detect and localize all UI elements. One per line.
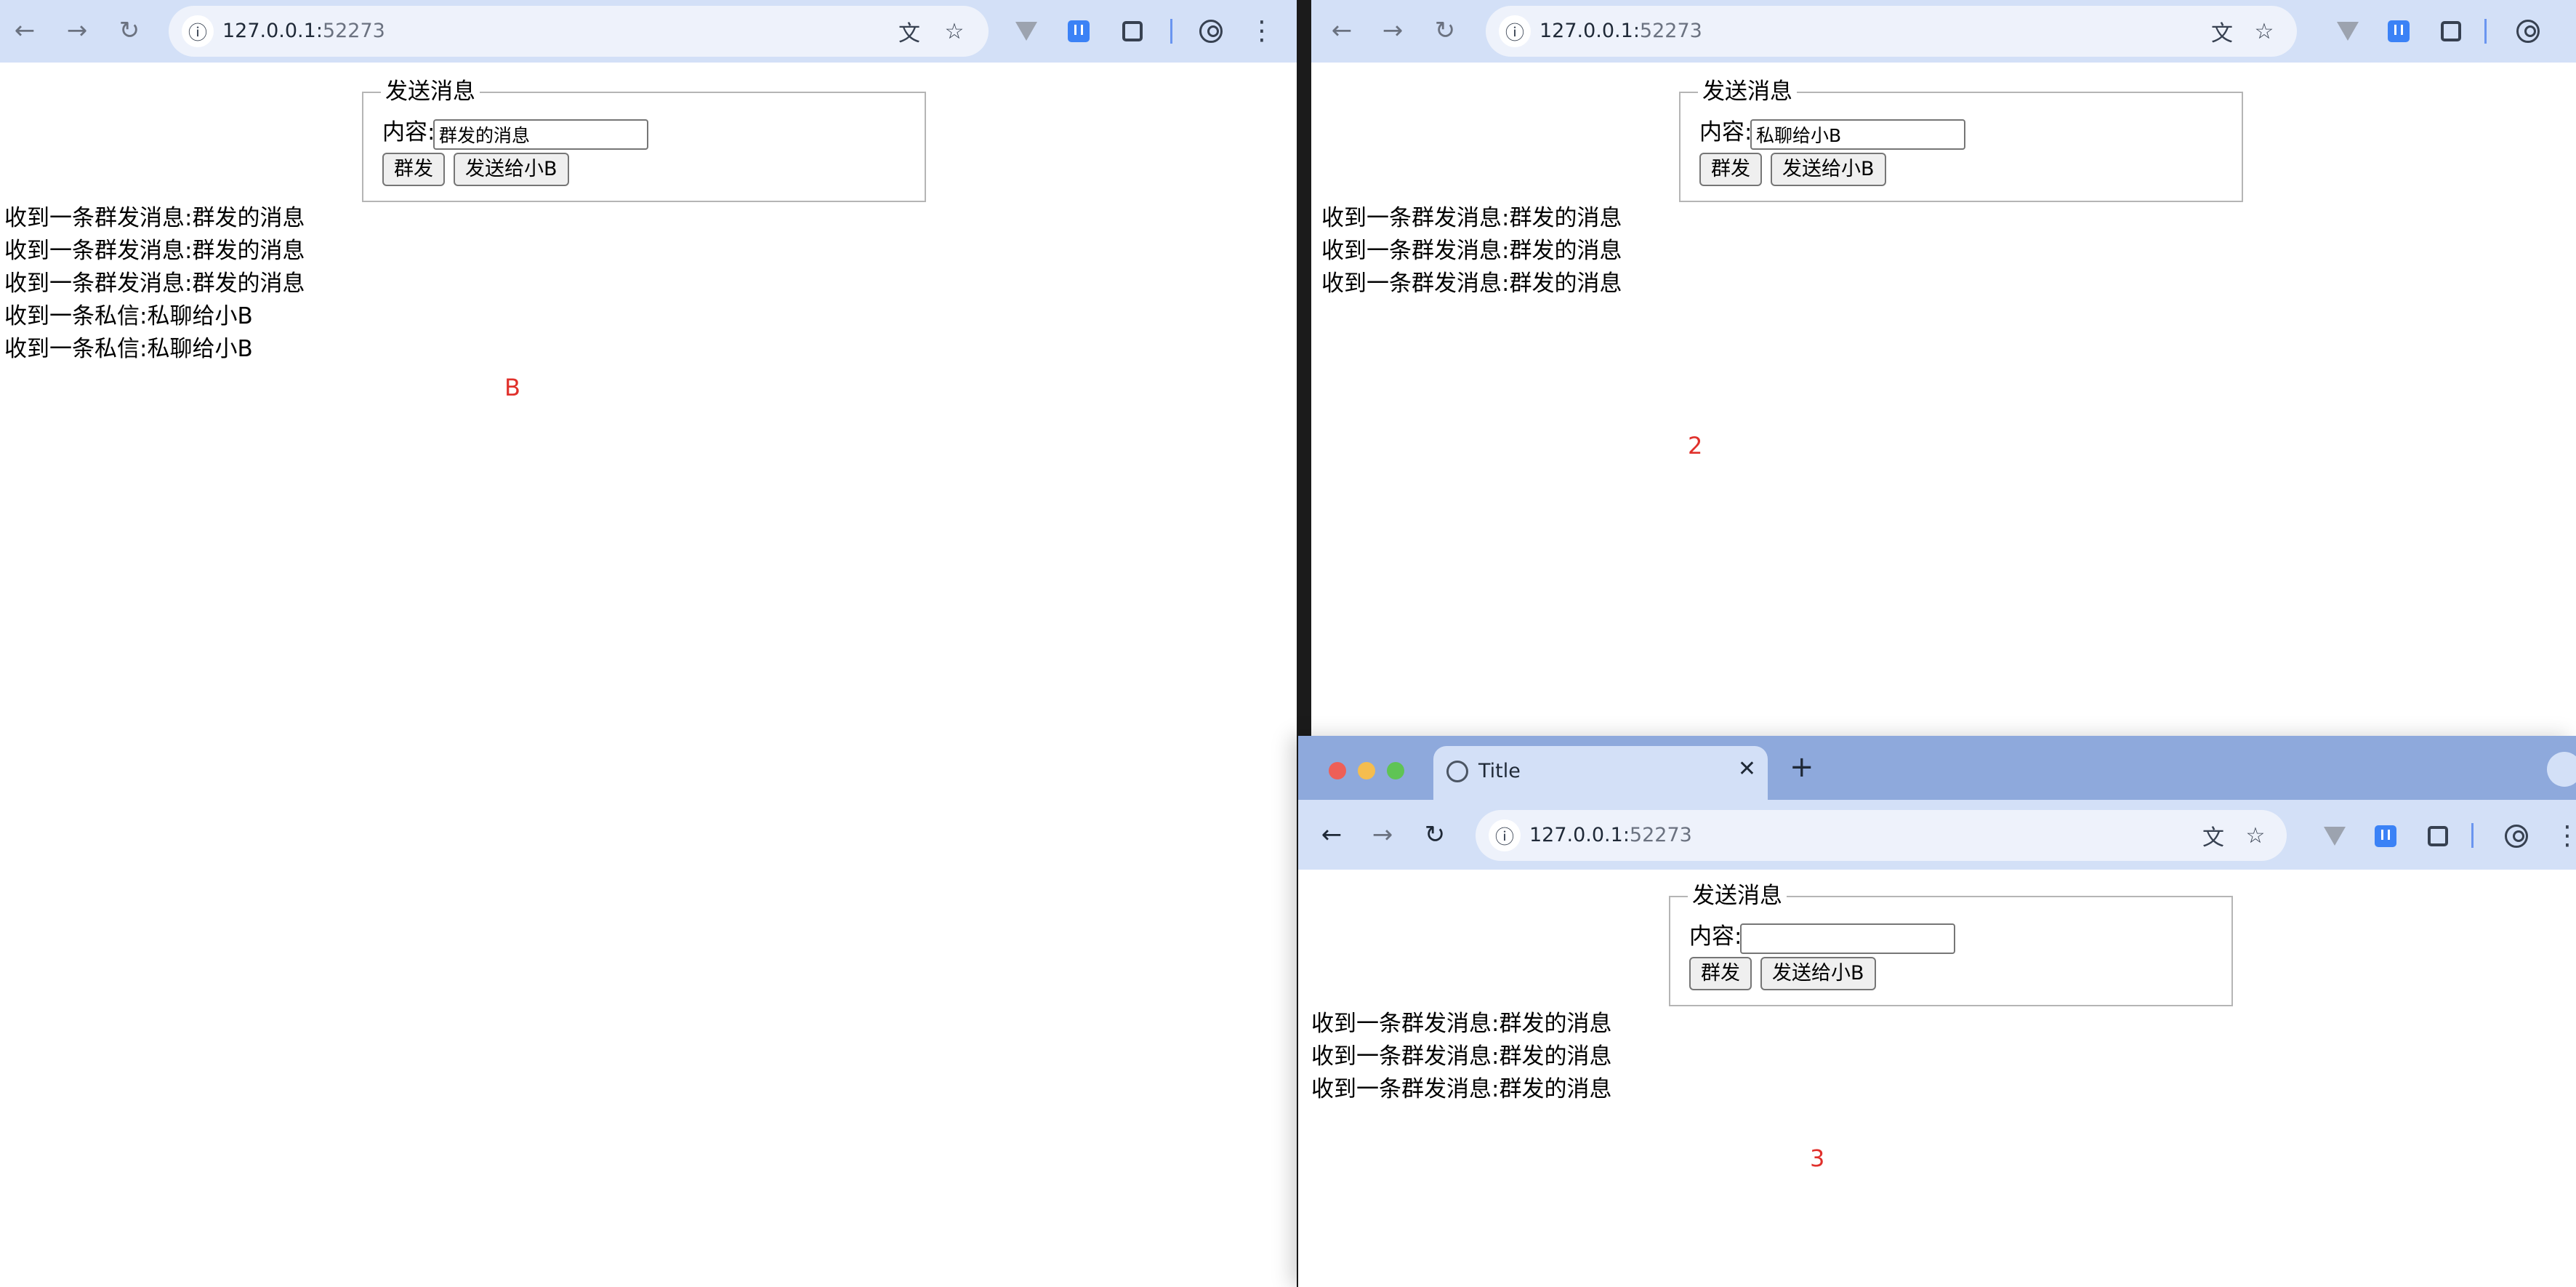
profile-icon[interactable] — [1194, 14, 1228, 49]
site-info-icon[interactable]: ⓘ — [1499, 15, 1531, 47]
toolbar-separator — [2484, 19, 2487, 44]
browser-toolbar: ← → ↻ ⓘ 127.0.0.1:52273 文 ☆ ⋮ — [0, 0, 1297, 63]
bookmark-star-icon[interactable]: ☆ — [938, 15, 971, 48]
globe-icon — [1446, 761, 1468, 782]
forward-icon[interactable]: → — [60, 13, 94, 48]
window-marker: 3 — [1810, 1144, 1825, 1172]
close-tab-icon[interactable]: ✕ — [1738, 756, 1756, 782]
vue-devtools-icon[interactable] — [2330, 14, 2365, 49]
extensions-icon[interactable] — [2434, 14, 2468, 49]
content-input[interactable] — [1750, 119, 1965, 150]
forward-icon[interactable]: → — [1365, 817, 1400, 852]
url-text[interactable]: 127.0.0.1:52273 — [222, 15, 385, 48]
reload-icon[interactable]: ↻ — [1428, 13, 1462, 48]
browser-window-3: Title ✕ + ← → ↻ ⓘ 127.0.0.1:52273 文 ☆ ⋮ … — [1298, 736, 2576, 1287]
url-text[interactable]: 127.0.0.1:52273 — [1529, 819, 1692, 852]
browser-window-2: ← → ↻ ⓘ 127.0.0.1:52273 文 ☆ 发送消息 内容: 群发 … — [1311, 0, 2576, 734]
page-content: 发送消息 内容: 群发 发送给小B 收到一条群发消息:群发的消息 收到一条群发消… — [1311, 63, 2576, 734]
window-marker: 2 — [1688, 432, 1703, 460]
download-extension-icon[interactable] — [2381, 14, 2416, 49]
reload-icon[interactable]: ↻ — [112, 13, 147, 48]
maximize-window-button[interactable] — [1387, 762, 1404, 779]
bookmark-star-icon[interactable]: ☆ — [2247, 15, 2281, 48]
browser-window-b: ← → ↻ ⓘ 127.0.0.1:52273 文 ☆ ⋮ 发送消息 内容: 群… — [0, 0, 1297, 1287]
reload-icon[interactable]: ↻ — [1417, 817, 1452, 852]
back-icon[interactable]: ← — [1314, 817, 1349, 852]
content-label: 内容: — [1699, 119, 1752, 145]
new-tab-icon[interactable]: + — [1790, 750, 1814, 784]
address-bar[interactable]: ⓘ 127.0.0.1:52273 文 ☆ — [169, 6, 989, 57]
profile-icon[interactable] — [2511, 14, 2545, 49]
message-line: 收到一条群发消息:群发的消息 — [1321, 205, 1622, 231]
download-extension-icon[interactable] — [2368, 819, 2403, 854]
message-line: 收到一条群发消息:群发的消息 — [4, 270, 305, 297]
message-line: 收到一条群发消息:群发的消息 — [1311, 1076, 1612, 1102]
site-info-icon[interactable]: ⓘ — [1489, 819, 1521, 851]
bookmark-star-icon[interactable]: ☆ — [2239, 819, 2272, 852]
broadcast-button[interactable]: 群发 — [382, 153, 445, 186]
send-message-fieldset: 发送消息 内容: 群发 发送给小B — [1669, 881, 2233, 1006]
extensions-icon[interactable] — [2420, 819, 2455, 854]
message-line: 收到一条群发消息:群发的消息 — [1321, 270, 1622, 297]
fieldset-legend: 发送消息 — [381, 77, 480, 106]
vue-devtools-icon[interactable] — [1009, 14, 1044, 49]
url-text[interactable]: 127.0.0.1:52273 — [1539, 15, 1702, 48]
close-window-button[interactable] — [1329, 762, 1346, 779]
address-bar[interactable]: ⓘ 127.0.0.1:52273 文 ☆ — [1476, 810, 2287, 861]
message-log: 收到一条群发消息:群发的消息 收到一条群发消息:群发的消息 收到一条群发消息:群… — [4, 202, 305, 366]
vue-devtools-icon[interactable] — [2317, 819, 2352, 854]
address-bar[interactable]: ⓘ 127.0.0.1:52273 文 ☆ — [1486, 6, 2297, 57]
window-marker: B — [504, 374, 520, 401]
send-to-b-button[interactable]: 发送给小B — [454, 153, 569, 186]
forward-icon[interactable]: → — [1375, 13, 1410, 48]
send-to-b-button[interactable]: 发送给小B — [1760, 957, 1876, 990]
profile-icon[interactable] — [2499, 819, 2534, 854]
toolbar-separator — [2471, 823, 2474, 848]
message-line: 收到一条私信:私聊给小B — [4, 303, 253, 329]
download-extension-icon[interactable] — [1061, 14, 1096, 49]
browser-toolbar: ← → ↻ ⓘ 127.0.0.1:52273 文 ☆ ⋮ — [1298, 800, 2576, 870]
back-icon[interactable]: ← — [1324, 13, 1359, 48]
translate-icon[interactable]: 文 — [2197, 819, 2230, 852]
broadcast-button[interactable]: 群发 — [1689, 957, 1752, 990]
message-line: 收到一条群发消息:群发的消息 — [1311, 1011, 1612, 1037]
page-content: 发送消息 内容: 群发 发送给小B 收到一条群发消息:群发的消息 收到一条群发消… — [1298, 870, 2576, 1287]
translate-icon[interactable]: 文 — [893, 15, 926, 48]
message-log: 收到一条群发消息:群发的消息 收到一条群发消息:群发的消息 收到一条群发消息:群… — [1321, 202, 1622, 300]
fieldset-legend: 发送消息 — [1698, 77, 1797, 106]
send-to-b-button[interactable]: 发送给小B — [1771, 153, 1886, 186]
message-line: 收到一条群发消息:群发的消息 — [1321, 238, 1622, 264]
site-info-icon[interactable]: ⓘ — [182, 15, 214, 47]
translate-icon[interactable]: 文 — [2205, 15, 2239, 48]
content-input[interactable] — [1740, 923, 1955, 954]
menu-icon[interactable]: ⋮ — [1244, 14, 1279, 49]
tab-label: Title — [1478, 760, 1521, 782]
extensions-icon[interactable] — [1115, 14, 1150, 49]
browser-toolbar: ← → ↻ ⓘ 127.0.0.1:52273 文 ☆ — [1311, 0, 2576, 63]
tab-strip: Title ✕ + — [1298, 736, 2576, 800]
fieldset-legend: 发送消息 — [1688, 881, 1787, 910]
send-message-fieldset: 发送消息 内容: 群发 发送给小B — [1679, 77, 2243, 202]
content-input[interactable] — [433, 119, 648, 150]
toolbar-separator — [1170, 19, 1172, 44]
message-line: 收到一条群发消息:群发的消息 — [1311, 1043, 1612, 1070]
menu-icon[interactable]: ⋮ — [2550, 819, 2576, 854]
message-log: 收到一条群发消息:群发的消息 收到一条群发消息:群发的消息 收到一条群发消息:群… — [1311, 1008, 1611, 1106]
broadcast-button[interactable]: 群发 — [1699, 153, 1762, 186]
message-line: 收到一条群发消息:群发的消息 — [4, 238, 305, 264]
page-content: 发送消息 内容: 群发 发送给小B 收到一条群发消息:群发的消息 收到一条群发消… — [0, 63, 1297, 1287]
tab-title[interactable]: Title ✕ — [1433, 746, 1768, 800]
minimize-window-button[interactable] — [1358, 762, 1375, 779]
content-label: 内容: — [382, 119, 435, 145]
content-label: 内容: — [1689, 923, 1742, 950]
tab-search-icon[interactable] — [2547, 752, 2576, 787]
message-line: 收到一条私信:私聊给小B — [4, 336, 253, 362]
send-message-fieldset: 发送消息 内容: 群发 发送给小B — [362, 77, 926, 202]
back-icon[interactable]: ← — [7, 13, 42, 48]
message-line: 收到一条群发消息:群发的消息 — [4, 205, 305, 231]
